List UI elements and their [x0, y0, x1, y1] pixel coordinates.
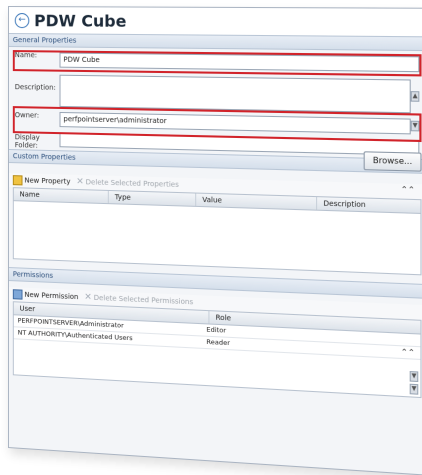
chevron-down-icon[interactable]: ▼ — [409, 383, 419, 395]
page-title: PDW Cube — [34, 10, 127, 31]
double-chevron-up-icon[interactable]: ⌃⌃ — [401, 347, 415, 357]
double-chevron-up-icon[interactable]: ⌃⌃ — [401, 185, 415, 195]
owner-label: Owner: — [14, 111, 40, 120]
new-property-button[interactable]: New Property — [12, 175, 71, 187]
delete-properties-label: Delete Selected Properties — [85, 178, 179, 189]
custom-properties-section: Custom Properties Browse... New Property… — [8, 149, 422, 276]
browse-button[interactable]: Browse... — [363, 151, 422, 172]
owner-scroll-down-icon[interactable]: ▼ — [410, 120, 420, 132]
description-scroll-up-icon[interactable]: ▲ — [410, 91, 420, 102]
column-type[interactable]: Type — [108, 190, 197, 206]
cube-properties-panel: ← PDW Cube General Properties Name: PDW … — [8, 6, 422, 475]
title-bar: ← PDW Cube — [8, 7, 422, 37]
new-permission-button[interactable]: New Permission — [12, 289, 79, 302]
delete-properties-button[interactable]: ✕ Delete Selected Properties — [76, 177, 178, 190]
new-item-icon — [12, 289, 23, 300]
general-properties-body: Name: PDW Cube Description: ▲ Owner: per… — [9, 47, 422, 159]
new-property-label: New Property — [24, 176, 71, 186]
delete-x-icon: ✕ — [84, 292, 92, 303]
new-permission-label: New Permission — [24, 290, 79, 302]
description-field[interactable] — [59, 74, 411, 114]
new-item-icon — [12, 175, 23, 186]
screenshot-stage: ← PDW Cube General Properties Name: PDW … — [0, 0, 422, 475]
column-value[interactable]: Value — [196, 193, 318, 210]
back-arrow-icon[interactable]: ← — [14, 12, 30, 28]
permissions-section: Permissions New Permission ✕ Delete Sele… — [8, 267, 422, 399]
custom-properties-grid: Name Type Value Description ⌃⌃ — [12, 185, 422, 276]
chevron-down-icon[interactable]: ▼ — [409, 371, 419, 383]
name-field[interactable]: PDW Cube — [59, 52, 420, 73]
description-label: Description: — [14, 83, 56, 92]
display-folder-label: Display Folder: — [14, 133, 40, 150]
delete-x-icon: ✕ — [76, 176, 84, 188]
column-description[interactable]: Description — [317, 197, 420, 213]
column-name[interactable]: Name — [13, 188, 109, 204]
delete-permissions-label: Delete Selected Permissions — [93, 293, 194, 307]
name-label: Name: — [14, 51, 38, 60]
